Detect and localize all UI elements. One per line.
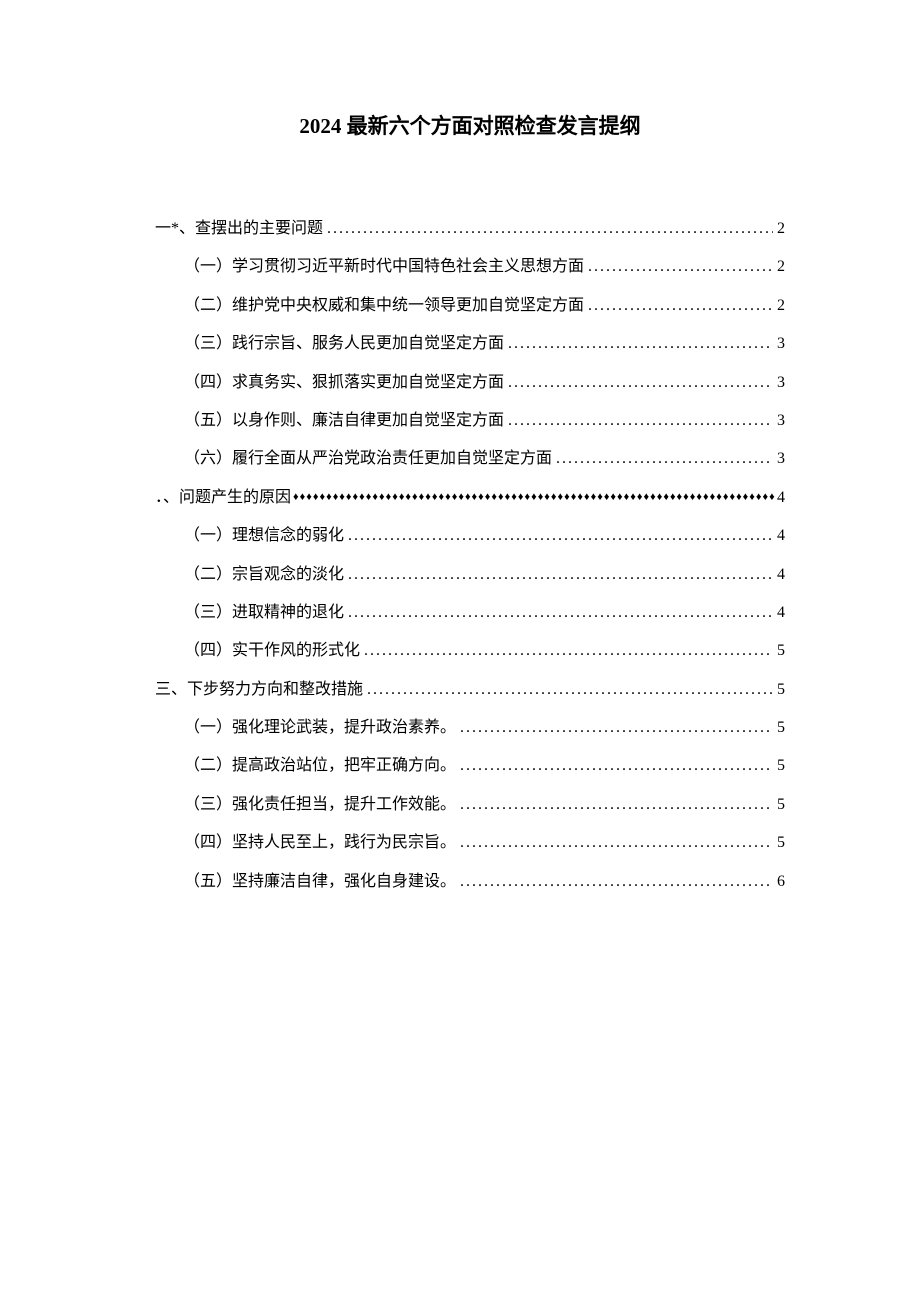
toc-item: （五）以身作则、廉洁自律更加自觉坚定方面 ...................…	[184, 402, 785, 440]
toc-page: 5	[777, 632, 785, 670]
toc-page: 5	[777, 747, 785, 785]
toc-label: （一）学习贯彻习近平新时代中国特色社会主义思想方面	[184, 248, 584, 286]
toc-label: （三）践行宗旨、服务人民更加自觉坚定方面	[184, 325, 504, 363]
toc-label: 三、下步努力方向和整改措施	[155, 671, 363, 709]
toc-leader: ........................................…	[460, 786, 773, 824]
toc-item: （四）坚持人民至上，践行为民宗旨。 ......................…	[184, 824, 785, 862]
toc-item: （五）坚持廉洁自律，强化自身建设。 ......................…	[184, 863, 785, 901]
toc-item: （四）实干作风的形式化 ............................…	[184, 632, 785, 670]
toc-leader: ........................................…	[364, 632, 773, 670]
toc-label: （一）强化理论武装，提升政治素养。	[184, 709, 456, 747]
toc-leader: ........................................…	[508, 325, 773, 363]
toc-page: 4	[777, 594, 785, 632]
toc-leader: ........................................…	[556, 440, 773, 478]
toc-leader: ........................................…	[460, 824, 773, 862]
toc-item: （三）进取精神的退化 .............................…	[184, 594, 785, 632]
toc-page: 6	[777, 863, 785, 901]
toc-leader: ........................................…	[348, 517, 773, 555]
toc-leader: ........................................…	[588, 287, 773, 325]
toc-label: （五）坚持廉洁自律，强化自身建设。	[184, 863, 456, 901]
toc-leader: ........................................…	[508, 364, 773, 402]
toc-leader: ........................................…	[348, 594, 773, 632]
toc-leader: ........................................…	[327, 210, 773, 248]
toc-leader: ........................................…	[588, 248, 773, 286]
toc-item: （一）强化理论武装，提升政治素养。 ......................…	[184, 709, 785, 747]
toc-section-1: 一*、查摆出的主要问题 ............................…	[155, 210, 785, 248]
toc-label: （一）理想信念的弱化	[184, 517, 344, 555]
toc-leader: ........................................…	[367, 671, 773, 709]
toc-label: （四）求真务实、狠抓落实更加自觉坚定方面	[184, 364, 504, 402]
toc-page: 5	[777, 786, 785, 824]
toc-page: 4	[777, 556, 785, 594]
toc-label: （二）维护党中央权威和集中统一领导更加自觉坚定方面	[184, 287, 584, 325]
toc-item: （一）学习贯彻习近平新时代中国特色社会主义思想方面 ..............…	[184, 248, 785, 286]
toc-page: 5	[777, 671, 785, 709]
toc-item: （二）宗旨观念的淡化 .............................…	[184, 556, 785, 594]
toc-item: （一）理想信念的弱化 .............................…	[184, 517, 785, 555]
toc-leader: ........................................…	[460, 863, 773, 901]
toc-section-2: ．、问题产生的原因 ♦♦♦♦♦♦♦♦♦♦♦♦♦♦♦♦♦♦♦♦♦♦♦♦♦♦♦♦♦♦…	[155, 479, 785, 517]
toc-leader: ........................................…	[348, 556, 773, 594]
toc-label: （六）履行全面从严治党政治责任更加自觉坚定方面	[184, 440, 552, 478]
toc-page: 4	[777, 479, 785, 517]
toc-item: （三）践行宗旨、服务人民更加自觉坚定方面 ...................…	[184, 325, 785, 363]
toc-page: 2	[777, 287, 785, 325]
toc-page: 3	[777, 440, 785, 478]
toc-page: 5	[777, 824, 785, 862]
table-of-contents: 一*、查摆出的主要问题 ............................…	[155, 210, 785, 901]
toc-item: （二）提高政治站位，把牢正确方向。 ......................…	[184, 747, 785, 785]
toc-leader: ........................................…	[460, 709, 773, 747]
toc-leader-diamond: ♦♦♦♦♦♦♦♦♦♦♦♦♦♦♦♦♦♦♦♦♦♦♦♦♦♦♦♦♦♦♦♦♦♦♦♦♦♦♦♦…	[293, 484, 775, 510]
toc-section-3: 三、下步努力方向和整改措施 ..........................…	[155, 671, 785, 709]
toc-label: 一*、查摆出的主要问题	[155, 210, 323, 248]
toc-item: （三）强化责任担当，提升工作效能。 ......................…	[184, 786, 785, 824]
toc-item: （六）履行全面从严治党政治责任更加自觉坚定方面 ................…	[184, 440, 785, 478]
toc-label: （二）宗旨观念的淡化	[184, 556, 344, 594]
toc-label: （四）坚持人民至上，践行为民宗旨。	[184, 824, 456, 862]
toc-page: 3	[777, 402, 785, 440]
toc-item: （二）维护党中央权威和集中统一领导更加自觉坚定方面 ..............…	[184, 287, 785, 325]
toc-page: 5	[777, 709, 785, 747]
toc-label: ．、问题产生的原因	[155, 479, 291, 517]
toc-label: （三）进取精神的退化	[184, 594, 344, 632]
toc-page: 3	[777, 364, 785, 402]
toc-leader: ........................................…	[460, 747, 773, 785]
toc-page: 4	[777, 517, 785, 555]
toc-label: （三）强化责任担当，提升工作效能。	[184, 786, 456, 824]
toc-item: （四）求真务实、狠抓落实更加自觉坚定方面 ...................…	[184, 364, 785, 402]
toc-leader: ........................................…	[508, 402, 773, 440]
document-title: 2024 最新六个方面对照检查发言提纲	[155, 110, 785, 140]
toc-page: 2	[777, 248, 785, 286]
toc-page: 3	[777, 325, 785, 363]
toc-label: （二）提高政治站位，把牢正确方向。	[184, 747, 456, 785]
toc-page: 2	[777, 210, 785, 248]
toc-label: （五）以身作则、廉洁自律更加自觉坚定方面	[184, 402, 504, 440]
toc-label: （四）实干作风的形式化	[184, 632, 360, 670]
